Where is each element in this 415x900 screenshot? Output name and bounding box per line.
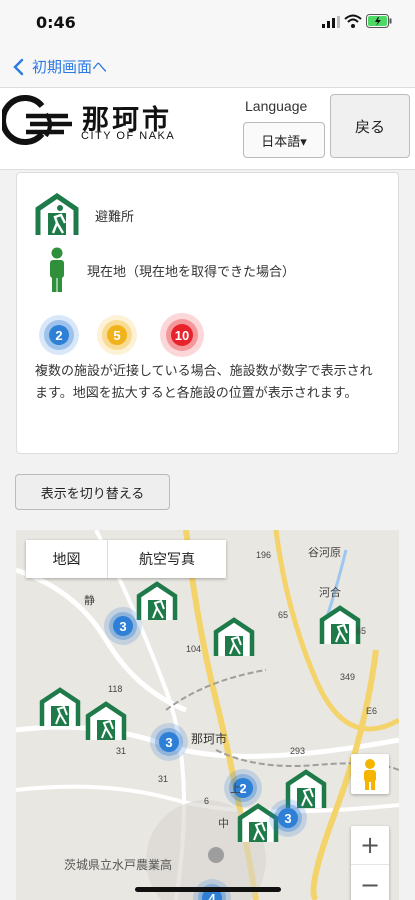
status-bar: 0:46 [0,0,415,44]
legend-panel: 避難所 現在地（現在地を取得できた場合） 2 5 10 複数の施設が近接している… [16,172,399,454]
back-button[interactable]: 戻る [330,94,410,158]
cluster-count: 4 [208,891,216,900]
shelter-label: 避難所 [95,209,135,225]
status-time: 0:46 [36,13,76,32]
map-road-number: 65 [278,610,289,620]
legend-description: 複数の施設が近接している場合、施設数が数字で表示されます。地図を拡大すると各施設… [35,364,373,401]
back-link-label: 初期画面へ [32,58,108,76]
map-road-number: 65 [356,626,367,636]
map-place-label: 中 [218,818,229,830]
city-logo: 那珂市 CITY OF NAKA [0,94,182,146]
map-road-number: E6 [366,706,378,716]
cluster-count: 3 [119,619,126,634]
map-school-label: 茨城県立水戸農業高 [64,858,173,872]
cluster-marker: 3 [104,607,142,645]
battery-icon [366,14,392,28]
map-city-label: 那珂市 [191,732,228,746]
signal-icon [322,16,340,28]
logo-subtitle: CITY OF NAKA [81,130,176,142]
map-road-number: 104 [186,644,202,654]
cluster-count: 10 [175,328,189,343]
current-location-label: 現在地（現在地を取得できた場合） [87,264,296,280]
map-view[interactable]: 3 3 2 3 4 谷河原 河合 静 上 中 那珂市 茨城県立水戸農業高 196… [16,530,399,900]
cluster-icon-5: 5 [97,315,137,355]
cluster-icon-2: 2 [39,315,79,355]
navigation-bar: 初期画面へ [0,44,415,88]
map-road-number: 31 [158,774,169,784]
map-type-map-button[interactable]: 地図 [26,540,108,578]
language-label: Language [245,98,308,114]
naka-emblem-icon [0,95,72,145]
map-place-label: 静 [84,595,95,607]
cluster-count: 3 [284,811,291,826]
map-place-label: 河合 [319,587,341,599]
cluster-legend: 2 5 10 [39,313,204,357]
back-to-start-link[interactable]: 初期画面へ [12,56,107,77]
map-road-number: 118 [108,684,123,694]
wifi-icon [344,14,362,28]
zoom-in-button[interactable]: + [351,826,389,865]
shelter-icon [35,193,79,235]
map-road-number: 293 [290,746,306,756]
home-indicator [135,887,281,892]
map-place-label: 上 [230,783,241,795]
street-view-pegman-button[interactable] [351,754,389,794]
zoom-out-button[interactable]: − [351,865,389,900]
cluster-count: 2 [55,328,62,343]
map-base: 3 3 2 3 4 [16,530,399,900]
map-type-satellite-button[interactable]: 航空写真 [108,540,226,578]
chevron-left-icon [13,58,24,75]
toggle-display-button[interactable]: 表示を切り替える [15,474,170,510]
cluster-marker: 3 [150,723,188,761]
cluster-count: 5 [113,328,120,343]
zoom-control: + − [351,826,389,900]
page-header: 那珂市 CITY OF NAKA Language 日本語▾ 戻る [0,88,415,170]
map-road-number: 349 [340,672,356,682]
pegman-icon [364,759,376,790]
language-select[interactable]: 日本語▾ [243,122,325,158]
map-road-number: 6 [204,796,210,806]
map-road-number: 31 [116,746,127,756]
person-icon [50,247,64,292]
cluster-count: 3 [165,735,172,750]
map-road-number: 196 [256,550,272,560]
legend-shelter: 避難所 [35,193,134,237]
legend-current-location: 現在地（現在地を取得できた場合） [47,247,295,293]
cluster-marker: 3 [269,799,307,837]
map-place-label: 谷河原 [308,547,341,559]
cluster-icon-10: 10 [160,313,204,357]
map-type-control: 地図 航空写真 [26,540,226,578]
